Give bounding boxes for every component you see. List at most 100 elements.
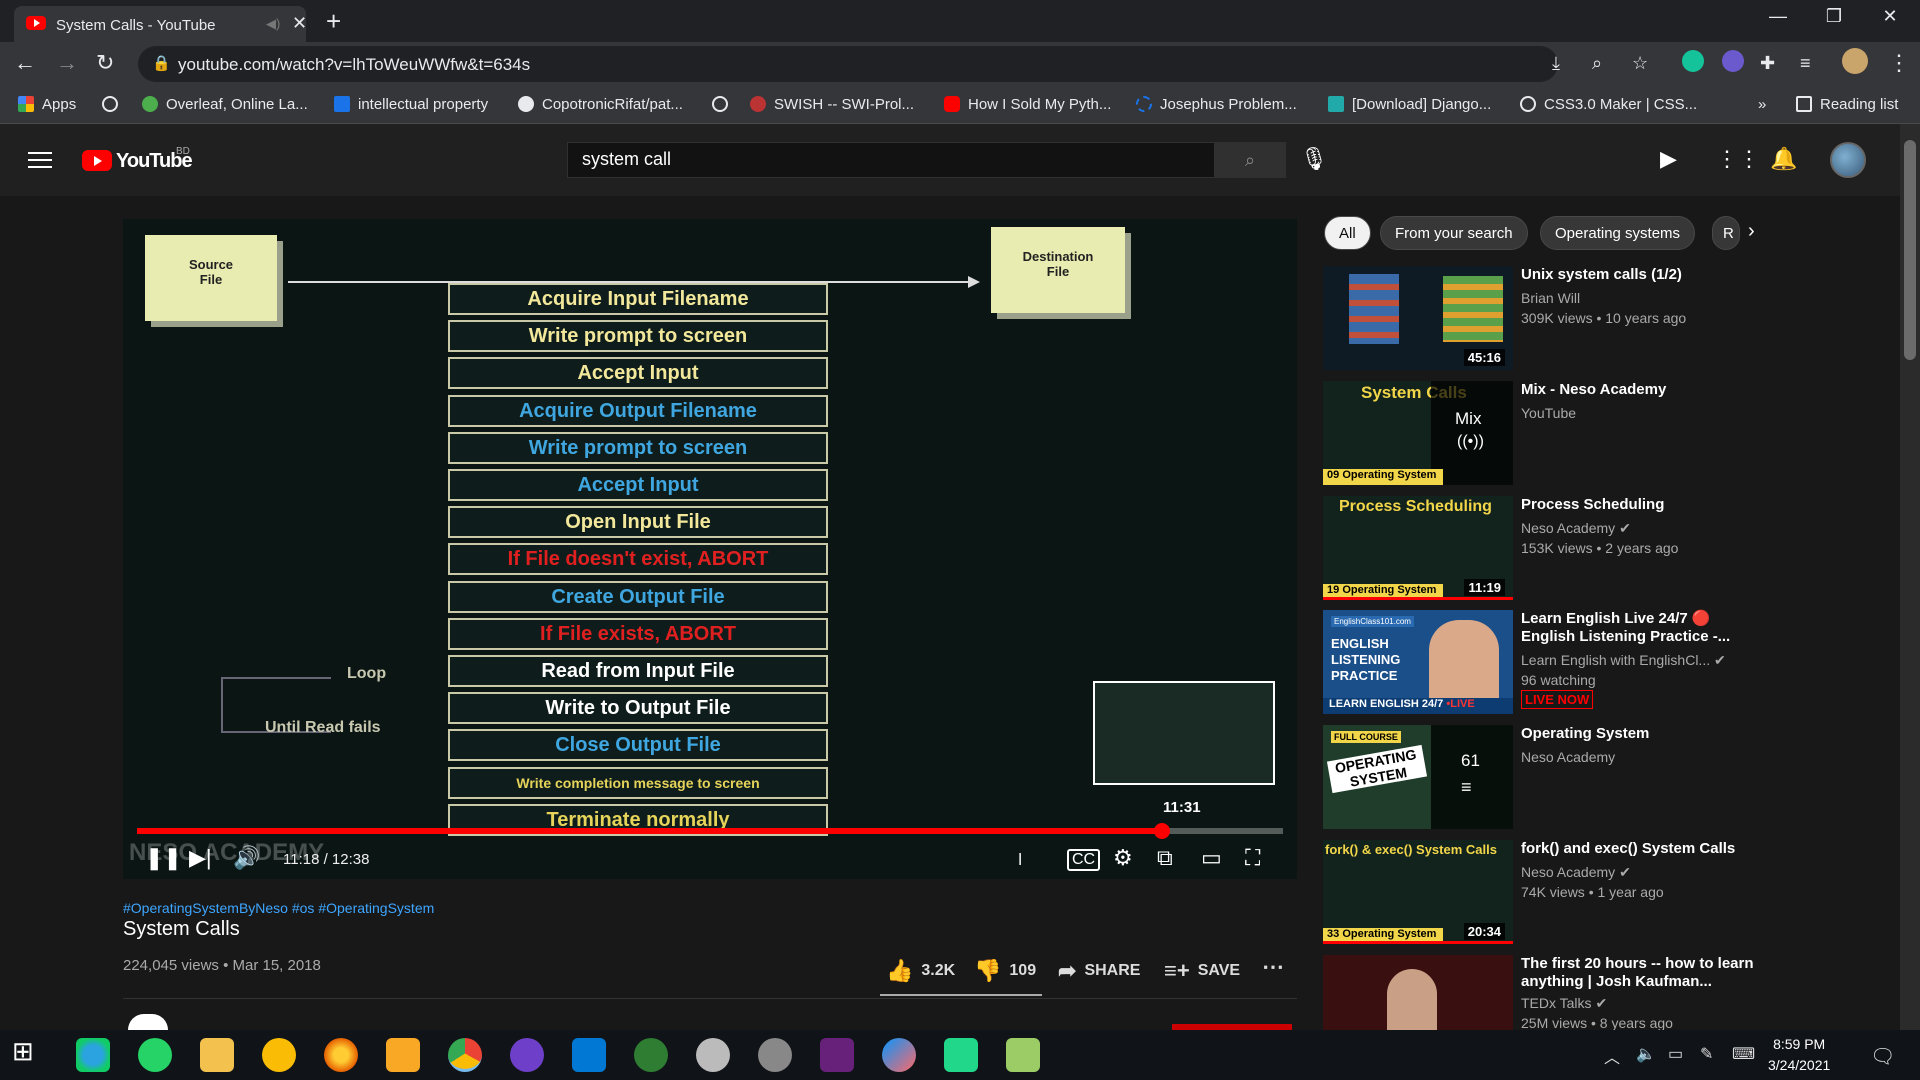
rec-title[interactable]: fork() and exec() System Calls bbox=[1521, 840, 1761, 858]
pycharm-icon[interactable] bbox=[944, 1038, 978, 1072]
volume-tray-icon[interactable]: 🔈 bbox=[1636, 1044, 1656, 1064]
lock-icon[interactable]: 🔒 bbox=[152, 54, 171, 72]
rec-title[interactable]: The first 20 hours -- how to learn anyth… bbox=[1521, 955, 1761, 991]
bookmark-star-icon[interactable]: ☆ bbox=[1632, 53, 1648, 74]
browser-tab[interactable]: System Calls - YouTube ◀) ✕ bbox=[14, 6, 307, 42]
chips-next-chevron-icon[interactable]: › bbox=[1748, 220, 1755, 243]
captions-button[interactable]: CC bbox=[1067, 849, 1101, 871]
address-bar[interactable]: 🔒 youtube.com/watch?v=lhToWeuWWfw&t=634s… bbox=[138, 46, 1648, 82]
rec-title[interactable]: Operating System bbox=[1521, 725, 1761, 743]
save-button[interactable]: ≡+ SAVE bbox=[1164, 958, 1240, 984]
window-close-button[interactable]: ✕ bbox=[1870, 6, 1910, 27]
rec-item[interactable]: Process Scheduling 19 Operating System 1… bbox=[1323, 496, 1883, 604]
puzzle-icon[interactable]: ✚ bbox=[1760, 53, 1775, 74]
rec-thumbnail[interactable]: fork() & exec() System Calls 33 Operatin… bbox=[1323, 840, 1513, 944]
bookmark-josephus[interactable]: Josephus Problem... bbox=[1136, 96, 1297, 113]
rec-item[interactable]: FULL COURSE OPERATING SYSTEM 61 ≡ Operat… bbox=[1323, 725, 1883, 833]
bookmark-youtube[interactable]: How I Sold My Pyth... bbox=[944, 96, 1111, 113]
microphone-icon[interactable]: 🎙 bbox=[1300, 146, 1328, 172]
settings-gear-icon[interactable]: ⚙ bbox=[1113, 845, 1133, 871]
firefox-icon[interactable] bbox=[324, 1038, 358, 1072]
rec-channel[interactable]: Neso Academy ✔ bbox=[1521, 864, 1631, 881]
scrollbar-thumb[interactable] bbox=[1904, 140, 1916, 360]
bookmark-github[interactable]: CopotronicRifat/pat... bbox=[518, 96, 683, 113]
rec-thumbnail[interactable]: EnglishClass101.com ENGLISH LISTENING PR… bbox=[1323, 610, 1513, 714]
reading-list-button[interactable]: Reading list bbox=[1796, 96, 1898, 113]
media-control-icon[interactable]: ≡ bbox=[1800, 53, 1811, 74]
tray-chevron-icon[interactable]: ︿ bbox=[1604, 1044, 1620, 1068]
zoom-icon[interactable]: ⌕ bbox=[1592, 53, 1602, 74]
create-video-icon[interactable]: ▶ bbox=[1660, 146, 1677, 172]
dislike-button[interactable]: 👎 109 bbox=[974, 958, 1036, 984]
rec-channel[interactable]: Neso Academy bbox=[1521, 749, 1615, 765]
chip-from-your-search[interactable]: From your search bbox=[1380, 216, 1528, 250]
bookmark-globe-2[interactable] bbox=[712, 96, 736, 113]
channel-avatar[interactable] bbox=[128, 1014, 168, 1030]
taskbar-app-icon[interactable] bbox=[386, 1038, 420, 1072]
video-player[interactable]: Source File Destination File Acquire Inp… bbox=[123, 219, 1297, 879]
rec-item[interactable]: System Calls Mix ((•)) 09 Operating Syst… bbox=[1323, 381, 1883, 489]
pause-button[interactable]: ❚❚ bbox=[145, 845, 182, 871]
rec-channel[interactable]: Neso Academy ✔ bbox=[1521, 520, 1631, 537]
whatsapp-icon[interactable] bbox=[138, 1038, 172, 1072]
rec-channel[interactable]: Brian Will bbox=[1521, 290, 1580, 306]
tab-audio-icon[interactable]: ◀) bbox=[266, 16, 280, 32]
search-box[interactable] bbox=[567, 142, 1215, 178]
rec-channel[interactable]: YouTube bbox=[1521, 405, 1576, 421]
like-button[interactable]: 👍 3.2K bbox=[886, 958, 955, 984]
windows-start-icon[interactable]: ⊞ bbox=[12, 1036, 46, 1070]
video-hashtags[interactable]: #OperatingSystemByNeso #os #OperatingSys… bbox=[123, 900, 434, 916]
account-avatar[interactable] bbox=[1830, 142, 1866, 178]
visual-studio-icon[interactable] bbox=[820, 1038, 854, 1072]
fullscreen-button[interactable]: ⛶ bbox=[1245, 845, 1260, 871]
bookmark-django[interactable]: [Download] Django... bbox=[1328, 96, 1491, 113]
rec-thumbnail[interactable]: 45:16 bbox=[1323, 266, 1513, 370]
file-explorer-icon[interactable] bbox=[200, 1038, 234, 1072]
search-button[interactable]: ⌕ bbox=[1214, 142, 1286, 178]
security-app-icon[interactable] bbox=[262, 1038, 296, 1072]
chip-partial[interactable]: R bbox=[1712, 216, 1740, 250]
taskbar-app-icon[interactable] bbox=[76, 1038, 110, 1072]
grammarly-extension-icon[interactable] bbox=[1682, 50, 1704, 72]
messenger-icon[interactable] bbox=[882, 1038, 916, 1072]
next-button[interactable]: ▶| bbox=[189, 845, 212, 871]
taskbar-app-icon[interactable] bbox=[758, 1038, 792, 1072]
install-icon[interactable]: ⤓ bbox=[1552, 53, 1560, 74]
volume-icon[interactable]: 🔊 bbox=[233, 845, 260, 871]
bookmark-swish[interactable]: SWISH -- SWI-Prol... bbox=[750, 96, 914, 113]
apps-grid-icon[interactable]: ⋮⋮ bbox=[1716, 146, 1760, 172]
rec-channel[interactable]: TEDx Talks ✔ bbox=[1521, 995, 1607, 1012]
menu-kebab-icon[interactable]: ⋮ bbox=[1888, 50, 1910, 76]
network-tray-icon[interactable]: ▭ bbox=[1668, 1044, 1683, 1064]
pen-tray-icon[interactable]: ✎ bbox=[1700, 1044, 1713, 1064]
vscode-icon[interactable] bbox=[572, 1038, 606, 1072]
bookmark-globe[interactable] bbox=[102, 96, 126, 113]
rec-thumbnail[interactable]: System Calls Mix ((•)) 09 Operating Syst… bbox=[1323, 381, 1513, 485]
chip-all[interactable]: All bbox=[1324, 216, 1371, 250]
share-button[interactable]: ➦ SHARE bbox=[1058, 958, 1140, 984]
rec-item[interactable]: EnglishClass101.com ENGLISH LISTENING PR… bbox=[1323, 610, 1883, 718]
reload-button[interactable]: ↻ bbox=[96, 50, 114, 76]
autoplay-toggle[interactable]: ⏽ bbox=[1013, 849, 1027, 870]
bookmark-intellectual-property[interactable]: intellectual property bbox=[334, 96, 488, 113]
chip-operating-systems[interactable]: Operating systems bbox=[1540, 216, 1696, 250]
rec-thumbnail[interactable]: Process Scheduling 19 Operating System 1… bbox=[1323, 496, 1513, 600]
rec-title[interactable]: Unix system calls (1/2) bbox=[1521, 266, 1761, 284]
hamburger-menu-icon[interactable] bbox=[28, 152, 52, 170]
bookmarks-overflow-button[interactable]: » bbox=[1758, 96, 1766, 113]
bookmark-overleaf[interactable]: Overleaf, Online La... bbox=[142, 96, 308, 113]
rec-item[interactable]: 45:16 Unix system calls (1/2) Brian Will… bbox=[1323, 266, 1883, 374]
rec-thumbnail[interactable]: FULL COURSE OPERATING SYSTEM 61 ≡ bbox=[1323, 725, 1513, 829]
rec-title[interactable]: Mix - Neso Academy bbox=[1521, 381, 1761, 399]
taskbar-app-icon[interactable] bbox=[1006, 1038, 1040, 1072]
bookmark-apps[interactable]: Apps bbox=[18, 96, 76, 113]
new-tab-button[interactable]: + bbox=[326, 6, 341, 37]
system-clock[interactable]: 8:59 PM 3/24/2021 bbox=[1768, 1034, 1830, 1076]
profile-avatar[interactable] bbox=[1842, 48, 1868, 74]
restore-button[interactable]: ❐ bbox=[1814, 6, 1854, 27]
minimize-button[interactable]: — bbox=[1758, 6, 1798, 27]
bookmark-css-maker[interactable]: CSS3.0 Maker | CSS... bbox=[1520, 96, 1697, 113]
taskbar-app-icon[interactable] bbox=[696, 1038, 730, 1072]
notifications-bell-icon[interactable]: 🔔 bbox=[1770, 146, 1797, 172]
miniplayer-button[interactable]: ⧉ bbox=[1157, 845, 1173, 871]
